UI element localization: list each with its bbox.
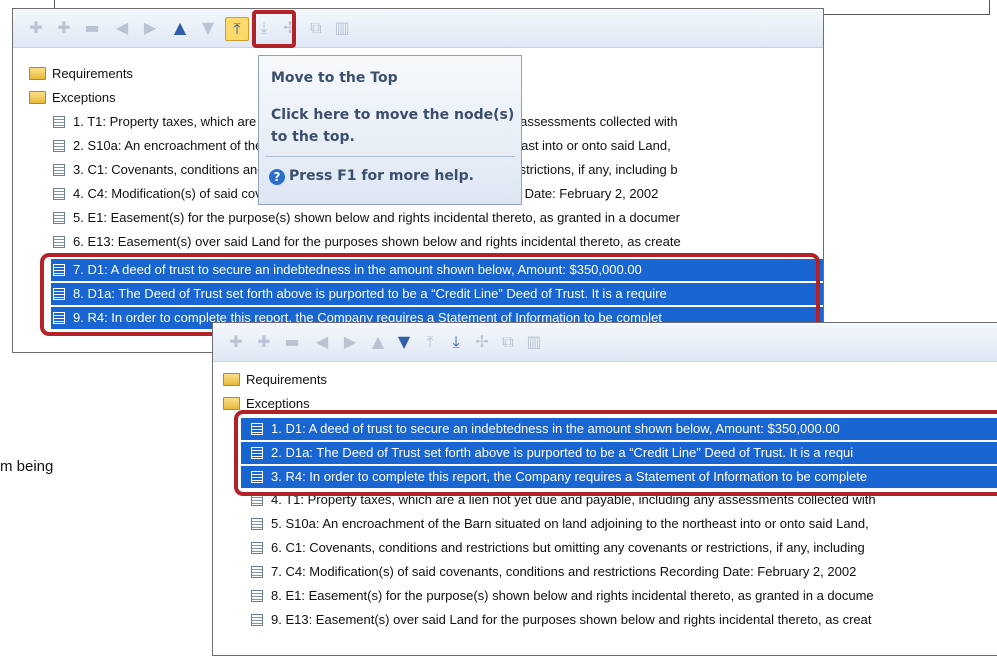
highlight-move-top-button xyxy=(252,10,296,48)
up-arrow-icon[interactable]: ▲ xyxy=(171,19,189,37)
toolbar-after: ✚ ✚ ▬ ◀ ▶ ▲ ▼ ⤒ ⤓ ✢ ⧉ ▥ xyxy=(213,323,997,362)
right-arrow-icon[interactable]: ▶ xyxy=(141,19,159,37)
tooltip-title: Move to the Top xyxy=(271,70,398,86)
document-icon xyxy=(251,589,263,602)
folder-icon xyxy=(223,397,240,411)
tooltip-divider xyxy=(265,156,515,157)
up-arrow-icon[interactable]: ▲ xyxy=(369,333,387,351)
tree-item[interactable]: 5. S10a: An encroachment of the Barn sit… xyxy=(251,513,869,535)
tree-item[interactable]: 6. C1: Covenants, conditions and restric… xyxy=(251,537,865,559)
tree-item[interactable]: 5. E1: Easement(s) for the purpose(s) sh… xyxy=(53,207,680,229)
columns-icon[interactable]: ▥ xyxy=(333,19,351,37)
document-icon xyxy=(251,565,263,578)
document-icon xyxy=(53,139,65,152)
toolbar-before: ✚ ✚ ▬ ◀ ▶ ▲ ▼ ⤒ ⤓ ✢ ⧉ ▥ xyxy=(13,9,823,48)
tree-folder-exceptions[interactable]: Exceptions xyxy=(29,87,116,109)
document-icon xyxy=(53,235,65,248)
document-icon xyxy=(53,211,65,224)
sort-icon[interactable]: ✢ xyxy=(473,333,491,351)
tooltip-body: Click here to move the node(s) to the to… xyxy=(271,107,515,145)
left-arrow-icon[interactable]: ◀ xyxy=(313,333,331,351)
document-icon xyxy=(251,613,263,626)
highlight-box-after xyxy=(234,410,997,496)
folder-icon xyxy=(29,67,46,81)
folder-icon xyxy=(29,91,46,105)
document-icon xyxy=(53,187,65,200)
tooltip: Move to the Top Click here to move the n… xyxy=(258,55,522,205)
move-top-icon[interactable]: ⤒ xyxy=(225,17,249,41)
tree-folder-requirements[interactable]: Requirements xyxy=(223,369,327,391)
move-bottom-icon[interactable]: ⤓ xyxy=(447,333,465,351)
down-arrow-icon[interactable]: ▼ xyxy=(199,19,217,37)
down-arrow-icon[interactable]: ▼ xyxy=(395,333,413,351)
left-arrow-icon[interactable]: ◀ xyxy=(113,19,131,37)
copy-icon[interactable]: ⧉ xyxy=(499,333,517,351)
right-arrow-icon[interactable]: ▶ xyxy=(341,333,359,351)
help-icon: ? xyxy=(269,169,285,185)
move-top-icon[interactable]: ⤒ xyxy=(421,333,439,351)
document-icon xyxy=(53,163,65,176)
tooltip-help: Press F1 for more help. xyxy=(289,168,474,184)
copy-icon[interactable]: ⧉ xyxy=(307,19,325,37)
plus-icon[interactable]: ✚ xyxy=(227,333,245,351)
folder-icon xyxy=(223,373,240,387)
columns-icon[interactable]: ▥ xyxy=(525,333,543,351)
document-icon xyxy=(251,517,263,530)
background-text: m being xyxy=(0,458,54,475)
document-icon xyxy=(251,541,263,554)
tree-item[interactable]: 8. E1: Easement(s) for the purpose(s) sh… xyxy=(251,585,874,607)
tree-item[interactable]: 7. C4: Modification(s) of said covenants… xyxy=(251,561,856,583)
minus-icon[interactable]: ▬ xyxy=(283,333,301,351)
add-child-icon[interactable]: ✚ xyxy=(55,19,73,37)
plus-icon[interactable]: ✚ xyxy=(27,19,45,37)
minus-icon[interactable]: ▬ xyxy=(83,19,101,37)
document-icon xyxy=(53,115,65,128)
tree-folder-requirements[interactable]: Requirements xyxy=(29,63,133,85)
tree-item[interactable]: 9. E13: Easement(s) over said Land for t… xyxy=(251,609,872,631)
add-child-icon[interactable]: ✚ xyxy=(255,333,273,351)
tree-item[interactable]: 6. E13: Easement(s) over said Land for t… xyxy=(53,231,681,253)
